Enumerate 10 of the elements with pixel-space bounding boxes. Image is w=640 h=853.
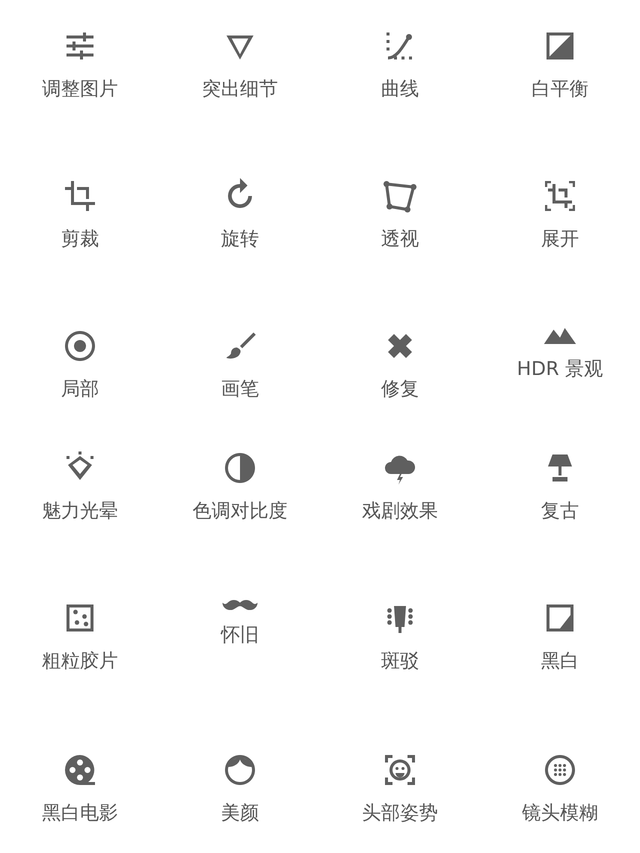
face-icon <box>222 752 258 788</box>
film-reel-icon <box>62 752 98 788</box>
mustache-icon <box>222 600 258 610</box>
expand-icon <box>542 178 578 214</box>
target-icon <box>62 328 98 364</box>
face-frame-icon <box>382 752 418 788</box>
mountains-icon <box>542 328 578 344</box>
perspective-icon <box>382 178 418 214</box>
contrast-icon <box>222 450 258 486</box>
crop-icon <box>62 178 98 214</box>
